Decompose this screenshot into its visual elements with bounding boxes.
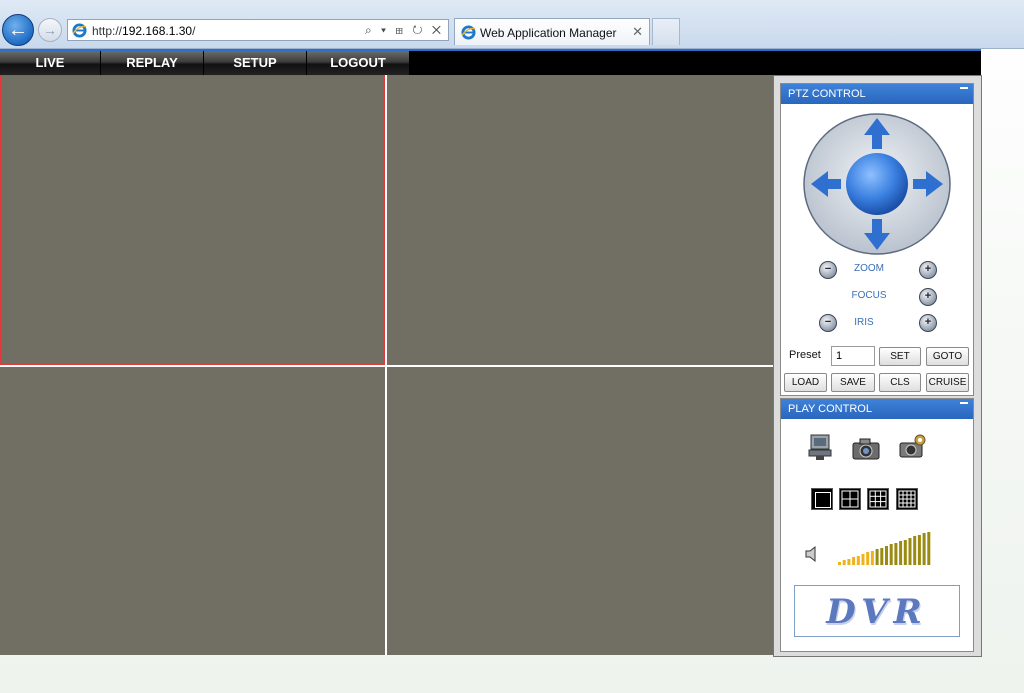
video-channel-1[interactable] [0, 75, 385, 365]
nav-logout[interactable]: LOGOUT [307, 51, 410, 75]
ptz-direction-pad [803, 113, 951, 255]
address-bar[interactable]: http://192.168.1.30/ ⌕ ▾ ⊞ ↻ ✕ [67, 19, 449, 41]
volume-bar [903, 540, 907, 565]
zoom-out-button[interactable]: − [819, 261, 837, 279]
address-url: http://192.168.1.30/ [92, 24, 195, 38]
preset-set-button[interactable]: SET [879, 347, 921, 366]
ie-tab-icon [461, 25, 476, 43]
forward-arrow-icon: → [43, 22, 57, 38]
volume-bar [861, 554, 865, 565]
zoom-label: ZOOM [854, 263, 884, 274]
app-menu-bar: LIVE REPLAY SETUP LOGOUT [0, 49, 981, 75]
play-panel-header: PLAY CONTROL [781, 399, 973, 419]
back-arrow-icon: ← [8, 19, 28, 41]
video-channel-4[interactable] [387, 367, 773, 655]
volume-bar [899, 541, 903, 565]
ptz-panel-title: PTZ CONTROL [788, 88, 866, 100]
volume-bar [894, 543, 898, 565]
tab-close-icon[interactable]: ✕ [632, 24, 643, 40]
volume-bar [885, 546, 888, 565]
forward-button[interactable]: → [38, 18, 62, 42]
volume-bar [913, 536, 917, 565]
play-panel-title: PLAY CONTROL [788, 403, 872, 415]
volume-bar [875, 549, 879, 565]
volume-bar [889, 544, 893, 565]
url-scheme: http:// [92, 24, 123, 38]
speaker-icon[interactable] [804, 545, 820, 563]
nav-replay[interactable]: REPLAY [101, 51, 204, 75]
url-host: 192.168.1.30 [122, 24, 193, 38]
minimize-icon[interactable] [960, 87, 968, 89]
layout-16-icon[interactable] [896, 488, 918, 510]
preset-save-button[interactable]: SAVE [831, 373, 875, 392]
volume-bar [927, 532, 931, 565]
preset-label: Preset [789, 349, 821, 361]
ie-page-icon [72, 23, 87, 41]
dvr-logo: DVR [794, 585, 960, 637]
new-tab-button[interactable] [652, 18, 680, 45]
volume-bar [847, 559, 851, 565]
volume-bar [917, 535, 921, 565]
volume-slider[interactable] [836, 530, 934, 566]
tab-title: Web Application Manager [480, 26, 617, 40]
minimize-icon[interactable] [960, 402, 968, 404]
volume-bar [908, 538, 912, 565]
address-tools-icons[interactable]: ⌕ ▾ ⊞ ↻ ✕ [365, 23, 444, 38]
camera-settings-icon[interactable] [897, 432, 927, 462]
volume-bar [852, 557, 856, 565]
preset-cruise-button[interactable]: CRUISE [926, 373, 969, 392]
preset-goto-button[interactable]: GOTO [926, 347, 969, 366]
video-grid [0, 75, 773, 655]
video-channel-2[interactable] [387, 75, 773, 365]
volume-bar [880, 548, 884, 565]
browser-toolbar: ← → http://192.168.1.30/ ⌕ ▾ ⊞ ↻ ✕ Web A… [0, 0, 1024, 49]
preset-load-button[interactable]: LOAD [784, 373, 827, 392]
record-monitor-icon[interactable] [806, 433, 834, 463]
preset-number-input[interactable] [831, 346, 875, 366]
nav-live[interactable]: LIVE [0, 51, 101, 75]
volume-bar [856, 556, 860, 565]
ptz-panel-header: PTZ CONTROL [781, 84, 973, 104]
iris-open-button[interactable]: + [919, 314, 937, 332]
browser-tab[interactable]: Web Application Manager ✕ [454, 18, 650, 45]
nav-setup[interactable]: SETUP [204, 51, 307, 75]
zoom-in-button[interactable]: + [919, 261, 937, 279]
iris-label: IRIS [854, 317, 874, 328]
video-channel-3[interactable] [0, 367, 385, 655]
volume-bar [842, 560, 846, 565]
focus-label: FOCUS [851, 290, 887, 301]
layout-1-icon[interactable] [811, 488, 833, 510]
preset-cls-button[interactable]: CLS [879, 373, 921, 392]
ptz-center-ball[interactable] [846, 153, 908, 215]
volume-bar [922, 533, 926, 565]
focus-in-button[interactable]: + [919, 288, 937, 306]
volume-bar [838, 562, 841, 565]
layout-4-icon[interactable] [839, 488, 861, 510]
layout-9-icon[interactable] [867, 488, 889, 510]
snapshot-camera-icon[interactable] [851, 436, 883, 462]
back-button[interactable]: ← [2, 14, 34, 46]
volume-bar [866, 552, 870, 565]
dvr-logo-text: DVR [826, 592, 928, 632]
url-path: / [192, 24, 196, 38]
volume-bar [870, 551, 874, 565]
